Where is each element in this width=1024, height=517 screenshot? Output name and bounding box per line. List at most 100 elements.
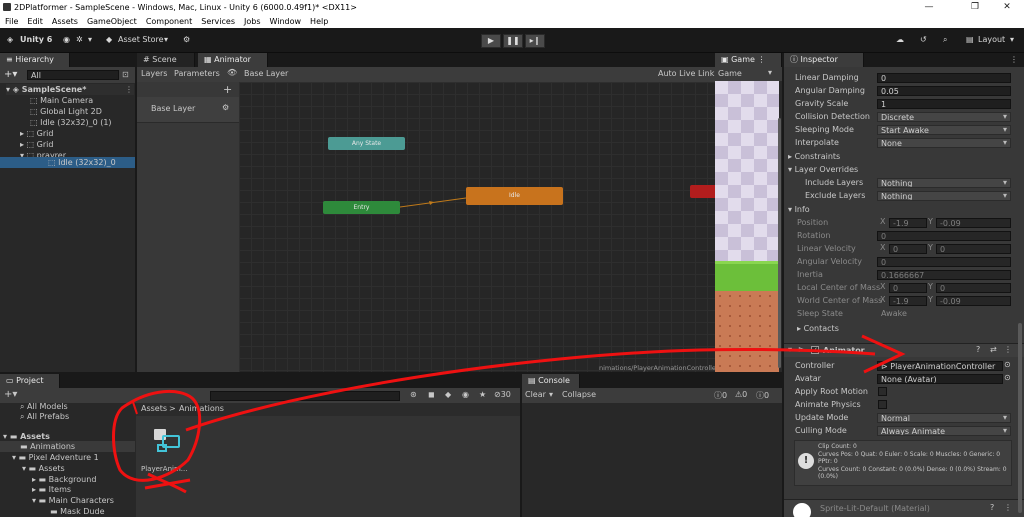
- tab-game[interactable]: ▣ Game ⋮: [715, 53, 782, 67]
- contacts-foldout[interactable]: ▸ Contacts: [797, 323, 839, 334]
- list-item[interactable]: ▸ ⬚ Grid: [20, 139, 53, 150]
- tab-parameters[interactable]: Parameters: [174, 69, 220, 78]
- menu-help[interactable]: Help: [310, 17, 328, 26]
- tree-item[interactable]: ▾ ▬ Main Characters: [32, 495, 114, 506]
- tab-layers[interactable]: Layers: [141, 69, 167, 78]
- favorite-icon[interactable]: ★: [479, 390, 486, 399]
- animator-component-header[interactable]: ▾ ⊳ ✓ Animator ? ⇄ ⋮: [784, 343, 1024, 357]
- list-item[interactable]: ▸ ⬚ Grid: [20, 128, 53, 139]
- sleeping-mode-dropdown[interactable]: Start Awake: [877, 125, 1011, 135]
- collapse-toggle[interactable]: Collapse: [562, 390, 596, 399]
- add-layer-button[interactable]: +: [223, 83, 232, 96]
- game-scrollbar[interactable]: [778, 118, 781, 368]
- add-asset-button[interactable]: +▾: [4, 389, 17, 400]
- label-icon[interactable]: ◆: [445, 390, 451, 399]
- idle-node[interactable]: Idle: [466, 187, 563, 205]
- project-search-input[interactable]: [210, 391, 400, 401]
- breadcrumb-assets[interactable]: Assets: [141, 404, 167, 413]
- entry-node[interactable]: Entry: [323, 201, 400, 214]
- foldout-icon[interactable]: ▾: [788, 345, 792, 354]
- maximize-button[interactable]: ❐: [960, 0, 990, 15]
- menu-assets[interactable]: Assets: [52, 17, 78, 26]
- history-icon[interactable]: ↺: [920, 35, 927, 44]
- more-icon[interactable]: ⋮: [125, 85, 133, 94]
- breadcrumb-animations[interactable]: Animations: [179, 404, 224, 413]
- gravity-scale-field[interactable]: 1: [877, 99, 1011, 109]
- tab-project[interactable]: ▭ Project: [0, 374, 60, 388]
- cloud-icon[interactable]: ☁: [896, 35, 904, 44]
- search-icon[interactable]: ⌕: [943, 35, 947, 45]
- tree-item[interactable]: ▸ ▬ Items: [32, 484, 71, 495]
- tree-item[interactable]: ▬ Mask Dude: [50, 506, 105, 517]
- version-control-icon[interactable]: ⚙: [183, 35, 190, 44]
- material-header[interactable]: Sprite-Lit-Default (Material) ? ⋮: [784, 499, 1024, 517]
- asset-store-button[interactable]: Asset Store: [118, 35, 164, 44]
- add-button[interactable]: +▾: [4, 69, 17, 80]
- menu-jobs[interactable]: Jobs: [244, 17, 261, 26]
- menu-window[interactable]: Window: [270, 17, 302, 26]
- angular-damping-field[interactable]: 0.05: [877, 86, 1011, 96]
- animator-controller-asset-icon[interactable]: [152, 427, 186, 457]
- auto-live-link-button[interactable]: Auto Live Link: [658, 69, 714, 78]
- pause-button[interactable]: ❚❚: [503, 34, 523, 48]
- tree-item[interactable]: ⌕ All Prefabs: [20, 411, 69, 422]
- animator-graph[interactable]: Any State Entry Idle nimations/PlayerAni…: [239, 82, 751, 372]
- list-item[interactable]: ⬚ Main Camera: [30, 95, 93, 106]
- collision-detection-dropdown[interactable]: Discrete: [877, 112, 1011, 122]
- avatar-field[interactable]: None (Avatar): [877, 374, 1003, 384]
- tab-animator[interactable]: ▦ Animator: [198, 53, 268, 67]
- help-icon[interactable]: ?: [990, 503, 994, 512]
- account-icon[interactable]: ◉: [63, 35, 70, 44]
- culling-mode-dropdown[interactable]: Always Animate: [877, 426, 1011, 436]
- layer-item[interactable]: Base Layer ⚙: [137, 97, 239, 123]
- help-icon[interactable]: ?: [976, 345, 980, 354]
- preset-icon[interactable]: ⇄: [990, 345, 997, 354]
- play-button[interactable]: ▶: [481, 34, 501, 48]
- minimize-button[interactable]: —: [914, 0, 944, 15]
- eye-icon[interactable]: ◉: [462, 390, 469, 399]
- tree-item-selected[interactable]: ▬ Animations: [0, 441, 135, 452]
- gear-icon[interactable]: ⚙: [222, 103, 229, 112]
- tree-item[interactable]: ▾ ▬ Assets: [22, 463, 65, 474]
- lock-icon[interactable]: ⊡: [122, 70, 129, 79]
- any-state-node[interactable]: Any State: [328, 137, 405, 150]
- info-foldout[interactable]: ▾ Info: [788, 204, 810, 215]
- cloud-settings-icon[interactable]: ✲: [76, 35, 83, 44]
- list-item-selected[interactable]: ⬚ Idle (32x32)_0: [0, 157, 135, 168]
- layout-dropdown[interactable]: Layout: [978, 35, 1005, 44]
- display-dropdown[interactable]: Game: [718, 69, 742, 78]
- constraints-foldout[interactable]: ▸ Constraints: [788, 151, 840, 162]
- menu-edit[interactable]: Edit: [27, 17, 43, 26]
- object-picker-icon[interactable]: ⊙: [1004, 373, 1011, 382]
- menu-gameobject[interactable]: GameObject: [87, 17, 137, 26]
- list-item[interactable]: ▾ ◈ SampleScene*: [6, 84, 134, 95]
- tab-hierarchy[interactable]: ≡ Hierarchy: [0, 53, 70, 67]
- filter-icon[interactable]: ◼: [428, 390, 435, 399]
- object-picker-icon[interactable]: ⊙: [1004, 360, 1011, 369]
- animate-physics-checkbox[interactable]: [878, 400, 887, 409]
- exclude-layers-dropdown[interactable]: Nothing: [877, 191, 1011, 201]
- controller-field[interactable]: ⊳ PlayerAnimationController: [877, 361, 1003, 371]
- asset-label[interactable]: PlayerAnim...: [141, 465, 187, 473]
- transition-arrow[interactable]: [400, 192, 470, 210]
- hierarchy-search-input[interactable]: All: [27, 70, 119, 80]
- tab-inspector[interactable]: ⓘ Inspector: [784, 53, 864, 67]
- step-button[interactable]: ▸❙: [525, 34, 545, 48]
- tree-item[interactable]: ▾ ▬ Pixel Adventure 1: [12, 452, 99, 463]
- menu-file[interactable]: File: [5, 17, 18, 26]
- list-item[interactable]: ⬚ Idle (32x32)_0 (1): [30, 117, 112, 128]
- enabled-checkbox[interactable]: ✓: [811, 346, 819, 354]
- layer-overrides-foldout[interactable]: ▾ Layer Overrides: [788, 164, 858, 175]
- clear-button[interactable]: Clear: [525, 390, 546, 399]
- more-icon[interactable]: ⋮: [1004, 503, 1012, 512]
- eye-icon[interactable]: 👁: [227, 68, 237, 77]
- apply-root-motion-checkbox[interactable]: [878, 387, 887, 396]
- search-by-type-icon[interactable]: ⊛: [410, 390, 417, 399]
- include-layers-dropdown[interactable]: Nothing: [877, 178, 1011, 188]
- linear-damping-field[interactable]: 0: [877, 73, 1011, 83]
- update-mode-dropdown[interactable]: Normal: [877, 413, 1011, 423]
- close-button[interactable]: ✕: [992, 0, 1022, 15]
- tab-console[interactable]: ▤ Console: [522, 374, 580, 388]
- error-count[interactable]: ⓘ0: [756, 390, 769, 401]
- breadcrumb[interactable]: Base Layer: [244, 69, 288, 78]
